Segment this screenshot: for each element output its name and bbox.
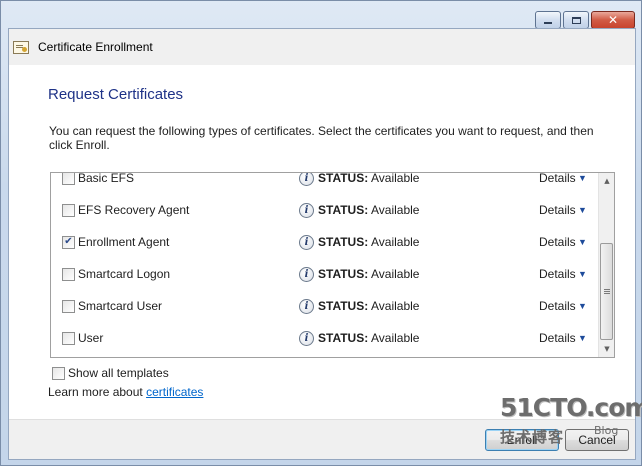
close-button[interactable]: ✕ — [591, 11, 635, 29]
chevron-down-icon[interactable]: ▼ — [578, 205, 587, 215]
show-all-templates-label: Show all templates — [68, 366, 169, 380]
show-all-templates-checkbox[interactable] — [52, 366, 65, 380]
details-link[interactable]: Details — [539, 203, 576, 217]
details-link[interactable]: Details — [539, 331, 576, 345]
certificate-name: Smartcard User — [78, 299, 163, 313]
certificate-name: EFS Recovery Agent — [78, 203, 190, 217]
details-link[interactable]: Details — [539, 173, 576, 185]
chevron-down-icon[interactable]: ▼ — [578, 269, 587, 279]
window-title: Certificate Enrollment — [38, 40, 153, 54]
status-value: Available — [371, 331, 420, 345]
certificates-link[interactable]: certificates — [146, 385, 203, 399]
status-value: Available — [371, 203, 420, 217]
maximize-icon — [571, 16, 581, 24]
dialog-footer: Enroll Cancel — [9, 419, 635, 459]
window-frame: ✕ Certificate Enrollment Request Certifi… — [0, 0, 642, 466]
details-link[interactable]: Details — [539, 267, 576, 281]
certificate-checkbox[interactable] — [62, 203, 75, 217]
status-label: STATUS: — [318, 172, 369, 185]
learn-more: Learn more about certificates — [48, 385, 203, 399]
close-icon: ✕ — [607, 13, 619, 27]
cancel-button[interactable]: Cancel — [565, 429, 629, 451]
status-value: Available — [371, 172, 420, 185]
chevron-down-icon[interactable]: ▼ — [578, 173, 587, 183]
chevron-down-icon[interactable]: ▼ — [578, 333, 587, 343]
caption-buttons: ✕ — [535, 11, 635, 29]
learn-more-prefix: Learn more about — [48, 385, 147, 399]
scroll-up-arrow-icon[interactable]: ▲ — [599, 173, 614, 189]
scroll-down-arrow-icon[interactable]: ▼ — [599, 341, 614, 357]
certificate-row[interactable]: Smartcard User i STATUS: Available Details ▼ — [51, 290, 600, 322]
certificate-rows: Basic EFS i STATUS: Available Details ▼ EFS Re… — [51, 172, 600, 354]
status-label: STATUS: — [318, 267, 369, 281]
status-label: STATUS: — [318, 299, 369, 313]
info-icon: i — [299, 173, 314, 186]
certificate-checkbox[interactable] — [62, 331, 75, 345]
chevron-down-icon[interactable]: ▼ — [578, 301, 587, 311]
chevron-down-icon[interactable]: ▼ — [578, 237, 587, 247]
certificate-checkbox[interactable]: ✔ — [62, 235, 75, 249]
details-link[interactable]: Details — [539, 299, 576, 313]
certificate-name: Basic EFS — [78, 172, 135, 185]
certificate-checkbox[interactable] — [62, 267, 75, 281]
certificate-checkbox[interactable] — [62, 173, 75, 185]
status-label: STATUS: — [318, 331, 369, 345]
grip-icon — [603, 289, 610, 290]
intro-text: You can request the following types of c… — [49, 124, 594, 152]
maximize-button[interactable] — [563, 11, 589, 29]
enroll-button[interactable]: Enroll — [485, 429, 559, 451]
info-icon: i — [299, 234, 314, 250]
vertical-scrollbar[interactable]: ▲ ▼ — [598, 173, 614, 357]
status-label: STATUS: — [318, 235, 369, 249]
show-all-templates-option[interactable]: Show all templates — [52, 366, 169, 380]
status-value: Available — [371, 235, 420, 249]
certificate-checkbox[interactable] — [62, 299, 75, 313]
info-icon: i — [299, 202, 314, 218]
certificate-row[interactable]: Basic EFS i STATUS: Available Details ▼ — [51, 172, 600, 194]
certificate-name: Smartcard Logon — [78, 267, 171, 281]
certificate-row[interactable]: User i STATUS: Available Details ▼ — [51, 322, 600, 354]
certificate-name: Enrollment Agent — [78, 235, 170, 249]
minimize-button[interactable] — [535, 11, 561, 29]
certificate-row[interactable]: ✔ Enrollment Agent i STATUS: Available Detail… — [51, 226, 600, 258]
scrollbar-thumb[interactable] — [600, 243, 613, 340]
certificate-list[interactable]: Basic EFS i STATUS: Available Details ▼ EFS Re… — [50, 172, 615, 358]
page-title: Request Certificates — [48, 86, 184, 103]
certificate-name: User — [78, 331, 104, 345]
dialog-client-area: Certificate Enrollment Request Certifica… — [8, 28, 636, 460]
status-label: STATUS: — [318, 203, 369, 217]
dialog-title-bar: Certificate Enrollment — [9, 29, 635, 65]
certificate-row[interactable]: EFS Recovery Agent i STATUS: Available Detai… — [51, 194, 600, 226]
status-value: Available — [371, 299, 420, 313]
info-icon: i — [299, 298, 314, 314]
details-link[interactable]: Details — [539, 235, 576, 249]
status-value: Available — [371, 267, 420, 281]
certificate-icon — [13, 40, 29, 54]
certificate-row[interactable]: Smartcard Logon i STATUS: Available Details ▼ — [51, 258, 600, 290]
minimize-icon — [544, 21, 552, 24]
info-icon: i — [299, 330, 314, 346]
info-icon: i — [299, 266, 314, 282]
